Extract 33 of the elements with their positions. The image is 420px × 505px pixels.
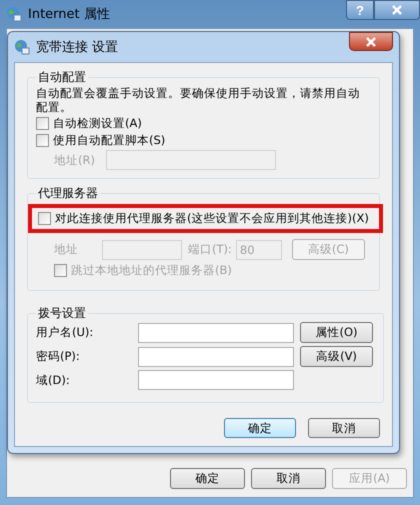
dialog-button[interactable]: 确定 — [224, 418, 296, 438]
close-button[interactable] — [349, 32, 393, 51]
input-field[interactable] — [138, 370, 294, 390]
note-text: 自动配置会覆盖手动设置。要确保使用手动设置，请禁用自动配置。 — [36, 86, 361, 114]
field-label: 密码(P): — [36, 349, 81, 364]
field-label: 地址 — [54, 242, 79, 257]
input-field[interactable] — [138, 346, 294, 366]
group-heading: 拨号设置 — [37, 305, 87, 322]
globe-icon — [6, 6, 22, 22]
checkbox-label: 自动检测设置(A) — [53, 116, 142, 131]
checkbox-label: 跳过本地地址的代理服务器(B) — [71, 263, 232, 278]
checkbox[interactable] — [36, 134, 49, 147]
dialog-button[interactable]: 取消 — [308, 418, 380, 438]
field-label: 域(D): — [36, 372, 71, 388]
globe-icon — [14, 39, 30, 55]
close-icon — [366, 36, 376, 46]
dialog-title: 宽带连接 设置 — [36, 39, 118, 56]
dialog-button[interactable]: 确定 — [170, 468, 245, 489]
dialog-button[interactable]: 取消 — [251, 468, 326, 489]
checkbox-label: 使用自动配置脚本(S) — [53, 133, 166, 148]
field-label: 端口(T): — [188, 242, 232, 257]
dialog-button[interactable]: 属性(O) — [300, 322, 373, 343]
window-title: Internet 属性 — [28, 6, 110, 23]
close-button[interactable] — [374, 0, 420, 20]
field-label: 用户名(U): — [36, 325, 94, 340]
checkbox[interactable] — [36, 117, 49, 130]
group-heading: 代理服务器 — [37, 185, 99, 202]
field-label: 地址(R) — [54, 152, 96, 168]
input-field[interactable] — [138, 322, 294, 342]
group-heading: 自动配置 — [37, 69, 87, 86]
checkbox-label: 对此连接使用代理服务器(这些设置不会应用到其他连接)(X) — [55, 211, 369, 226]
dialog-button[interactable]: 高级(V) — [300, 346, 373, 367]
close-icon — [392, 5, 402, 15]
